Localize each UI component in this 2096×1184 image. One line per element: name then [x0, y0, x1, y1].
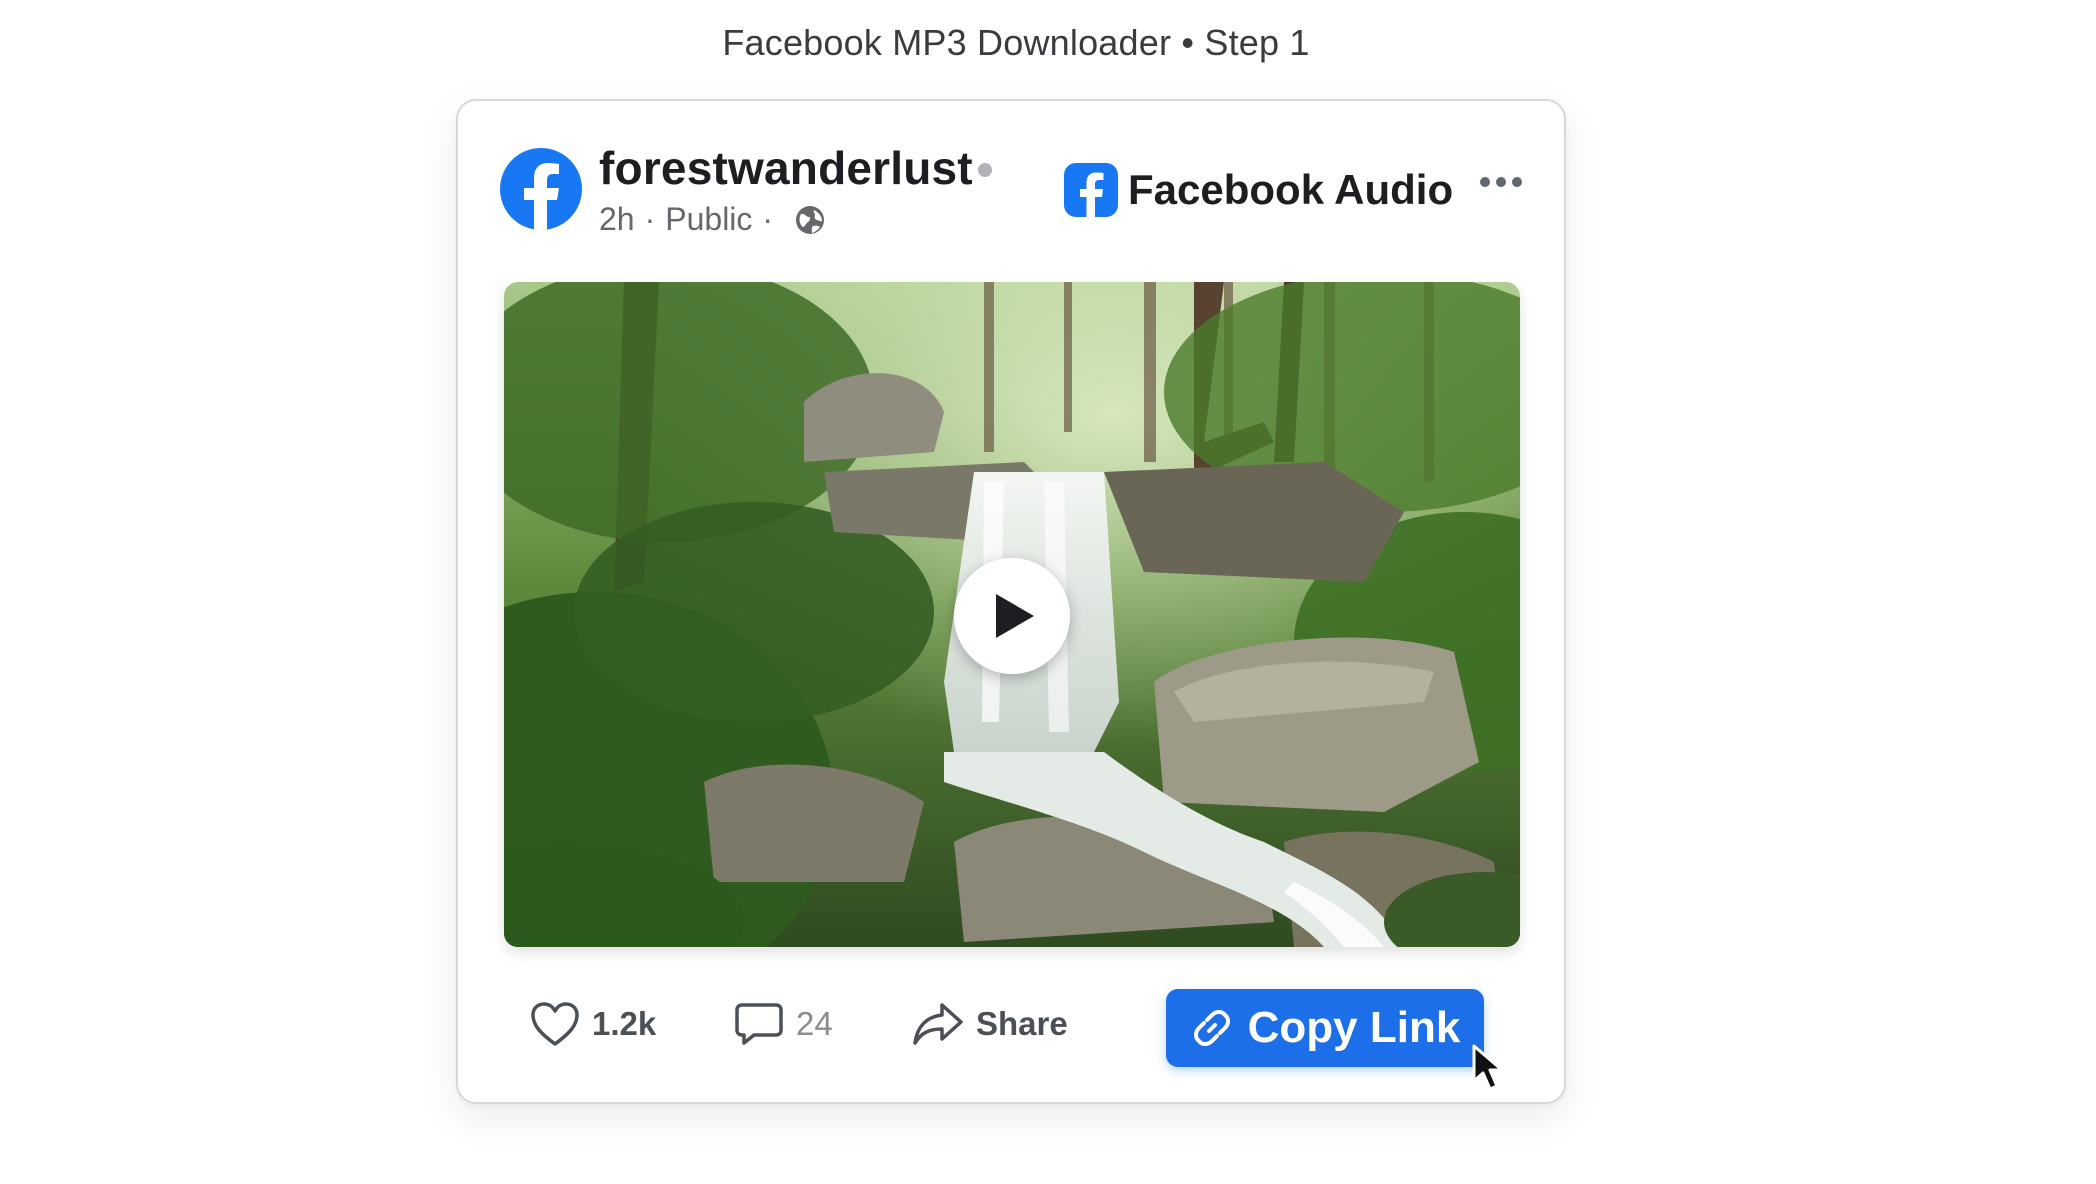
post-author-name[interactable]: forestwanderlust — [599, 141, 973, 195]
like-button[interactable]: 1.2k — [530, 1001, 656, 1047]
link-icon — [1193, 1010, 1230, 1046]
video-thumbnail[interactable] — [504, 282, 1520, 947]
play-icon — [996, 594, 1034, 638]
meta-separator: · — [644, 201, 656, 237]
comment-count: 24 — [796, 1005, 833, 1042]
more-icon[interactable] — [1480, 177, 1522, 187]
more-dot — [1512, 177, 1522, 187]
brand-label: Facebook Audio — [1128, 166, 1454, 213]
copy-link-label: Copy Link — [1247, 1003, 1461, 1052]
play-button[interactable] — [954, 558, 1070, 674]
avatar[interactable] — [500, 148, 582, 230]
comment-icon — [735, 1003, 783, 1045]
facebook-audio-brand[interactable]: Facebook Audio — [1064, 163, 1453, 217]
facebook-logo-icon — [1064, 163, 1118, 217]
share-icon — [913, 1003, 963, 1045]
post-visibility: Public — [665, 201, 753, 237]
cursor-icon — [1472, 1044, 1504, 1091]
facebook-logo-icon — [524, 163, 559, 230]
status-dot — [978, 163, 992, 177]
meta-separator: · — [762, 201, 774, 237]
globe-icon — [796, 205, 825, 234]
post-meta: 2h · Public · — [599, 201, 827, 238]
page-title: Facebook MP3 Downloader • Step 1 — [722, 22, 1310, 63]
share-button[interactable]: Share — [912, 1001, 1068, 1047]
comment-button[interactable]: 24 — [734, 1001, 833, 1047]
heart-icon — [531, 1002, 579, 1046]
copy-link-button[interactable]: Copy Link — [1166, 989, 1484, 1067]
more-dot — [1496, 177, 1506, 187]
share-label: Share — [976, 1005, 1068, 1042]
post-time[interactable]: 2h — [599, 201, 635, 238]
more-dot — [1480, 177, 1490, 187]
post-card: forestwanderlust 2h · Public · Facebook … — [456, 99, 1566, 1104]
like-count: 1.2k — [592, 1005, 657, 1042]
